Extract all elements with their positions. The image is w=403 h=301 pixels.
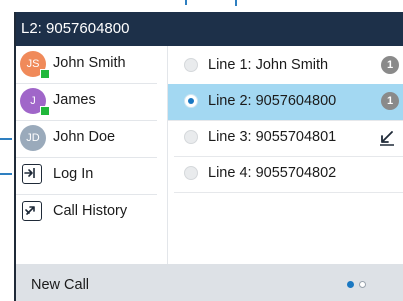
- radio-selected-icon: [184, 94, 198, 108]
- softkey-bar: New Call: [16, 264, 403, 301]
- line-3[interactable]: Line 3: 9055704801: [174, 120, 403, 157]
- message-count-badge: 1: [381, 56, 399, 74]
- callout-line-top-right: [235, 0, 237, 6]
- page-indicator-inactive: [359, 281, 366, 288]
- contacts-panel: JS John Smith J James JD John Doe Log In: [16, 46, 168, 264]
- contact-john-doe[interactable]: JD John Doe: [16, 120, 157, 158]
- callout-line-left-dashed: [0, 173, 12, 175]
- call-history-icon: [22, 201, 42, 221]
- contact-john-smith[interactable]: JS John Smith: [16, 46, 157, 84]
- presence-online-icon: [40, 106, 50, 116]
- line-label: Line 3: 9055704801: [208, 129, 337, 145]
- lines-panel: Line 1: John Smith 1 Line 2: 9057604800 …: [168, 46, 403, 264]
- line-label: Line 1: John Smith: [208, 57, 329, 73]
- title-bar: L2: 9057604800: [16, 12, 403, 46]
- line-2[interactable]: Line 2: 9057604800 1: [168, 84, 403, 121]
- call-history-label: Call History: [53, 203, 128, 219]
- contact-name: John Doe: [53, 129, 116, 145]
- line-label: Line 2: 9057604800: [208, 93, 337, 109]
- contact-name: James: [53, 92, 96, 108]
- phone-screen: L2: 9057604800 JS John Smith J James JD …: [14, 12, 403, 301]
- page-indicator-active: [347, 281, 354, 288]
- radio-unselected-icon: [184, 58, 198, 72]
- login-icon: [22, 164, 42, 184]
- line-title: L2: 9057604800: [21, 20, 130, 37]
- presence-online-icon: [40, 69, 50, 79]
- line-label: Line 4: 9055704802: [208, 165, 337, 181]
- contact-name: John Smith: [53, 55, 126, 71]
- radio-unselected-icon: [184, 166, 198, 180]
- callout-line-left: [0, 138, 12, 140]
- radio-unselected-icon: [184, 130, 198, 144]
- missed-call-arrow-icon: [377, 128, 397, 148]
- avatar: JD: [20, 125, 46, 151]
- new-call-button[interactable]: New Call: [31, 264, 89, 301]
- line-1[interactable]: Line 1: John Smith 1: [174, 48, 403, 85]
- call-history-button[interactable]: Call History: [16, 194, 157, 231]
- line-4[interactable]: Line 4: 9055704802: [174, 156, 403, 193]
- login-label: Log In: [53, 166, 94, 182]
- contact-james[interactable]: J James: [16, 83, 157, 121]
- callout-line-top-left: [185, 0, 187, 5]
- message-count-badge: 1: [381, 92, 399, 110]
- login-button[interactable]: Log In: [16, 157, 157, 195]
